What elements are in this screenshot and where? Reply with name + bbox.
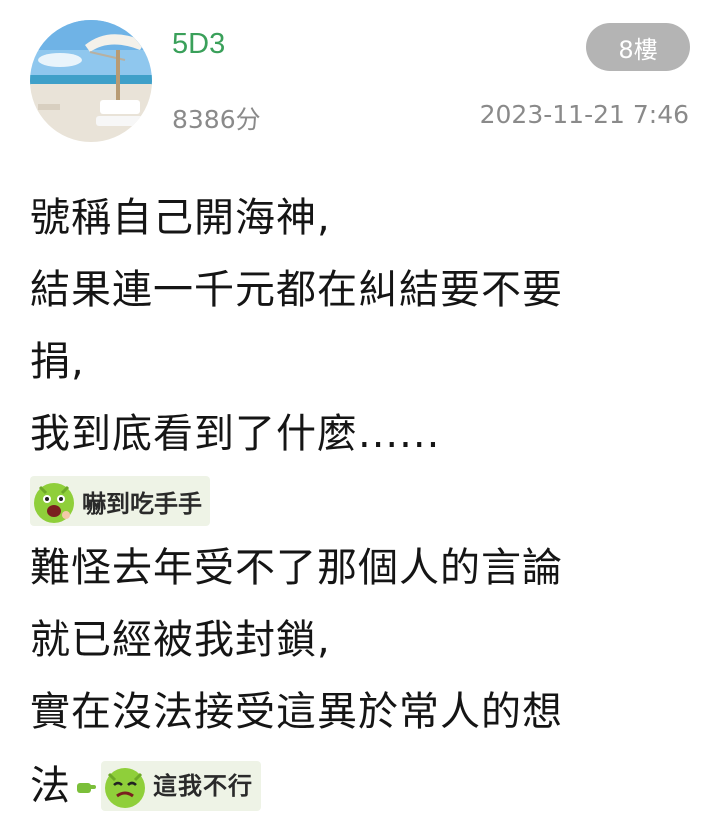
content-text: 法 <box>30 763 71 809</box>
post-content: 號稱自己開海神, 結果連一千元都在糾結要不要 捐, 我到底看到了什麼......… <box>30 182 700 820</box>
shocked-face-icon <box>34 483 74 523</box>
content-line: 就已經被我封鎖, <box>30 617 331 663</box>
avatar[interactable] <box>30 20 152 142</box>
content-line: 結果連一千元都在糾結要不要 <box>30 267 563 313</box>
sticker-label: 這我不行 <box>153 772 253 800</box>
user-points: 8386分 <box>172 105 261 134</box>
disgusted-face-icon <box>105 768 145 808</box>
content-line: 捐, <box>30 339 85 385</box>
floor-badge: 8樓 <box>586 23 690 71</box>
username[interactable]: 5D3 <box>172 28 225 61</box>
beach-avatar-image <box>30 20 152 142</box>
post-timestamp: 2023-11-21 7:46 <box>479 100 689 129</box>
content-line: 我到底看到了什麼...... <box>30 411 441 457</box>
post-header: 5D3 8386分 8樓 2023-11-21 7:46 <box>0 0 720 150</box>
sticker-disgusted: 這我不行 <box>101 761 261 811</box>
sticker-row: 嚇到吃手手 <box>30 470 700 532</box>
content-line: 號稱自己開海神, <box>30 195 331 241</box>
sticker-label: 嚇到吃手手 <box>82 489 202 518</box>
sticker-shocked: 嚇到吃手手 <box>30 476 210 526</box>
content-line: 難怪去年受不了那個人的言論 <box>30 545 563 591</box>
content-line: 實在沒法接受這異於常人的想 <box>30 689 563 735</box>
pointing-finger-icon <box>77 783 96 793</box>
content-line-last: 法 這我不行 <box>30 748 700 820</box>
